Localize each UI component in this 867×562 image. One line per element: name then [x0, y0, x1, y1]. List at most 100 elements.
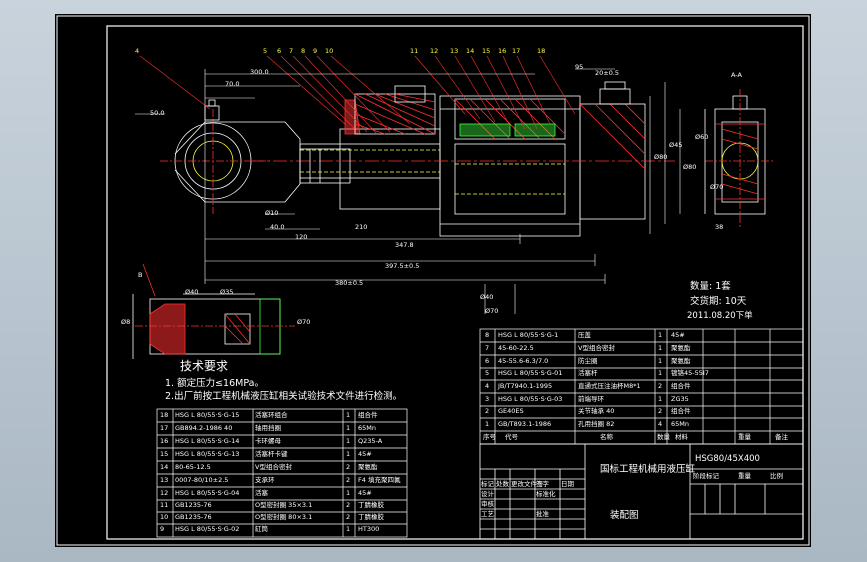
bom-cell-name: 关节轴承 40: [578, 407, 615, 415]
dim-text: Ø70: [710, 183, 724, 191]
bom-cell-code: GE40ES: [498, 407, 524, 415]
bom-cell-no: 14: [160, 463, 169, 471]
bom-cell-no: 8: [485, 331, 490, 339]
bom-cell-qty: 2: [346, 501, 351, 509]
tb-role: 审核: [481, 500, 494, 508]
part-number: 17: [512, 47, 521, 55]
bom-cell-code: GB894.2-1986 40: [175, 424, 233, 432]
part-number: 10: [325, 47, 334, 55]
bom-cell-mat: 65Mn: [671, 420, 689, 428]
bom-cell-no: 9: [160, 525, 165, 533]
bom-cell-name: 卡环螺母: [255, 437, 281, 445]
dim-text: Ø10: [265, 209, 279, 217]
dim-text: Ø8: [121, 318, 131, 326]
dim-text: 120: [295, 233, 308, 241]
bom-cell-name: 活塞环组合: [255, 411, 288, 419]
dim-text: 95: [575, 63, 584, 71]
tb-role: 标准化: [536, 490, 556, 498]
date-note: 2011.08.20下单: [687, 311, 753, 321]
drawing-frame: 4 5 6 7 8 9 10 11 12 13 14 15 16 17 18 A…: [55, 14, 811, 547]
bom-cell-mat: F4 填充聚四氟: [358, 476, 401, 484]
drawing-type: 装配图: [610, 510, 639, 521]
dim-text-long: 347.8: [395, 241, 414, 249]
tb-row-label: 日期: [561, 480, 574, 488]
dim-text: Ø60: [695, 133, 709, 141]
bom-cell-no: 13: [160, 476, 169, 484]
bom-cell-qty: 2: [658, 407, 663, 415]
cylinder-assembly: [160, 81, 675, 237]
dim-text: 38: [715, 223, 724, 231]
bom-cell-name: 活塞杆: [578, 369, 598, 377]
bom-cell-no: 7: [485, 344, 490, 352]
tb-col: 重量: [738, 472, 751, 480]
bom-cell-mat: 组合件: [358, 411, 378, 419]
bom-cell-code: HSG L 80/55·S·G-15: [175, 411, 240, 419]
bom-cell-code: HSG L 80/55·S·G-03: [498, 395, 563, 403]
bom-cell-name: 轴用挡圈: [255, 424, 281, 432]
bom-cell-mat: 45#: [358, 450, 372, 458]
bom-cell-code: HSG L 80/55·S·G-13: [175, 450, 240, 458]
bom-cell-mat: 组合件: [671, 382, 691, 390]
bom-header-name: 名称: [600, 433, 613, 441]
bom-cell-name: O型密封圈 35×3.1: [255, 501, 313, 509]
bom-header-weight: 重量: [738, 433, 751, 441]
bom-cell-code: 45-55.6-6.3/7.0: [498, 357, 549, 365]
part-number: 8: [301, 47, 306, 55]
bom-cell-mat: 组合件: [671, 407, 691, 415]
bom-header-no: 序号: [483, 433, 496, 441]
bom-cell-no: 4: [485, 382, 490, 390]
quantity-note: 数量: 1套: [690, 281, 731, 292]
dim-text: Ø70: [297, 318, 311, 326]
bom-cell-mat: 65Mn: [358, 424, 376, 432]
bom-cell-no: 15: [160, 450, 169, 458]
tb-col: 阶段标记: [693, 472, 719, 480]
bom-cell-name: 活塞: [255, 489, 268, 497]
bom-cell-qty: 2: [658, 382, 663, 390]
bom-cell-no: 12: [160, 489, 169, 497]
bom-cell-code: HSG L 80/55·S·G-02: [175, 525, 240, 533]
detail-label: B: [138, 271, 143, 279]
bom-header-code: 代号: [505, 433, 518, 441]
tech-req-line: 2.出厂前按工程机械液压缸相关试验技术文件进行检测。: [165, 391, 403, 402]
dim-text-long: 397.5±0.5: [385, 262, 420, 270]
tb-role: 设计: [481, 490, 494, 498]
bom-cell-mat: 丁腈橡胶: [358, 513, 384, 521]
part-number: 18: [537, 47, 546, 55]
bom-cell-no: 11: [160, 501, 169, 509]
dim-text: Ø35: [220, 288, 234, 296]
bom-cell-mat: 镀铬45-55I7: [671, 369, 709, 377]
bom-cell-qty: 1: [346, 411, 351, 419]
part-number: 4: [135, 47, 140, 55]
bom-cell-mat: 45#: [358, 489, 372, 497]
dim-text: Ø45: [669, 141, 683, 149]
bom-cell-name: 支承环: [255, 476, 275, 484]
bom-cell-qty: 2: [346, 476, 351, 484]
delivery-note: 交货期: 10天: [690, 296, 747, 307]
dim-text: 210: [355, 223, 368, 231]
bom-header-mat: 材料: [675, 433, 688, 441]
bom-cell-name: 孔用挡圈 82: [578, 420, 615, 428]
tb-row-label: 处数: [496, 480, 509, 488]
bom-cell-code: GB1235-76: [175, 501, 212, 509]
bom-cell-no: 17: [160, 424, 169, 432]
bom-cell-no: 16: [160, 437, 169, 445]
dim-text: 20±0.5: [595, 69, 620, 77]
dim-text: 70.0: [225, 80, 240, 88]
bom-cell-name: 直通式压注油杯M8*1: [578, 382, 641, 390]
bom-cell-mat: 45#: [671, 331, 685, 339]
dim-text: Ø40: [185, 288, 199, 296]
bom-cell-name: V型组合密封: [578, 344, 615, 352]
bom-cell-code: JB/T7940.1-1995: [498, 382, 553, 390]
bom-cell-qty: 2: [346, 463, 351, 471]
dim-text: Ø40: [480, 293, 494, 301]
bom-cell-name: 压盖: [578, 331, 591, 339]
detail-view: [132, 263, 295, 359]
part-number: 12: [430, 47, 439, 55]
bom-cell-qty: 1: [346, 437, 351, 445]
bom-cell-no: 18: [160, 411, 169, 419]
tech-req-line: 1. 额定压力≤16MPa。: [165, 378, 264, 389]
dim-text-long: 380±0.5: [335, 279, 364, 287]
bom-cell-name: 活塞杆卡键: [255, 450, 288, 458]
bom-header-note: 备注: [775, 433, 788, 441]
part-number: 5: [263, 47, 268, 55]
